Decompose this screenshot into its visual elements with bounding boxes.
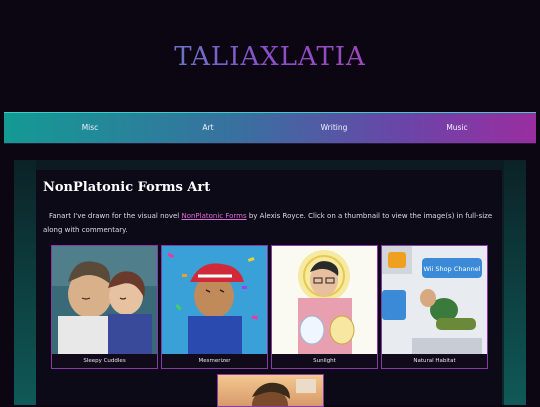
fifth-artwork-preview [252, 379, 316, 406]
sleepy-cuddles-artwork [52, 246, 157, 354]
intro-text: Fanart I've drawn for the visual novel N… [43, 209, 493, 237]
thumb-sleepy-cuddles[interactable]: Sleepy Cuddles [51, 245, 158, 369]
thumb-sunlight[interactable]: Sunlight [271, 245, 378, 369]
natural-habitat-artwork: Wii Shop Channel [382, 246, 487, 354]
nav-item-writing[interactable]: Writing [289, 113, 379, 143]
nav-item-misc[interactable]: Misc [45, 113, 135, 143]
site-title: TALIAXLATIA [0, 42, 540, 72]
thumb-caption: Mesmerizer [162, 354, 267, 368]
sunlight-artwork [272, 246, 377, 354]
mesmerizer-artwork [162, 246, 267, 354]
thumb-fifth-artwork[interactable] [217, 374, 324, 407]
nav-bar: Misc Art Writing Music [4, 112, 536, 144]
wii-shop-label: Wii Shop Channel [423, 265, 480, 273]
thumb-caption: Natural Habitat [382, 354, 487, 368]
content-panel: NonPlatonic Forms Art Fanart I've drawn … [36, 170, 502, 407]
page-title: NonPlatonic Forms Art [43, 180, 211, 195]
nav-item-music[interactable]: Music [412, 113, 502, 143]
thumb-mesmerizer[interactable]: Mesmerizer [161, 245, 268, 369]
nav-item-art[interactable]: Art [163, 113, 253, 143]
thumb-caption: Sunlight [272, 354, 377, 368]
intro-text-start: Fanart I've drawn for the visual novel [49, 212, 182, 220]
thumb-caption: Sleepy Cuddles [52, 354, 157, 368]
nonplatonic-forms-link[interactable]: NonPlatonic Forms [181, 212, 246, 220]
thumb-natural-habitat[interactable]: Wii Shop Channel Natural Habitat [381, 245, 488, 369]
